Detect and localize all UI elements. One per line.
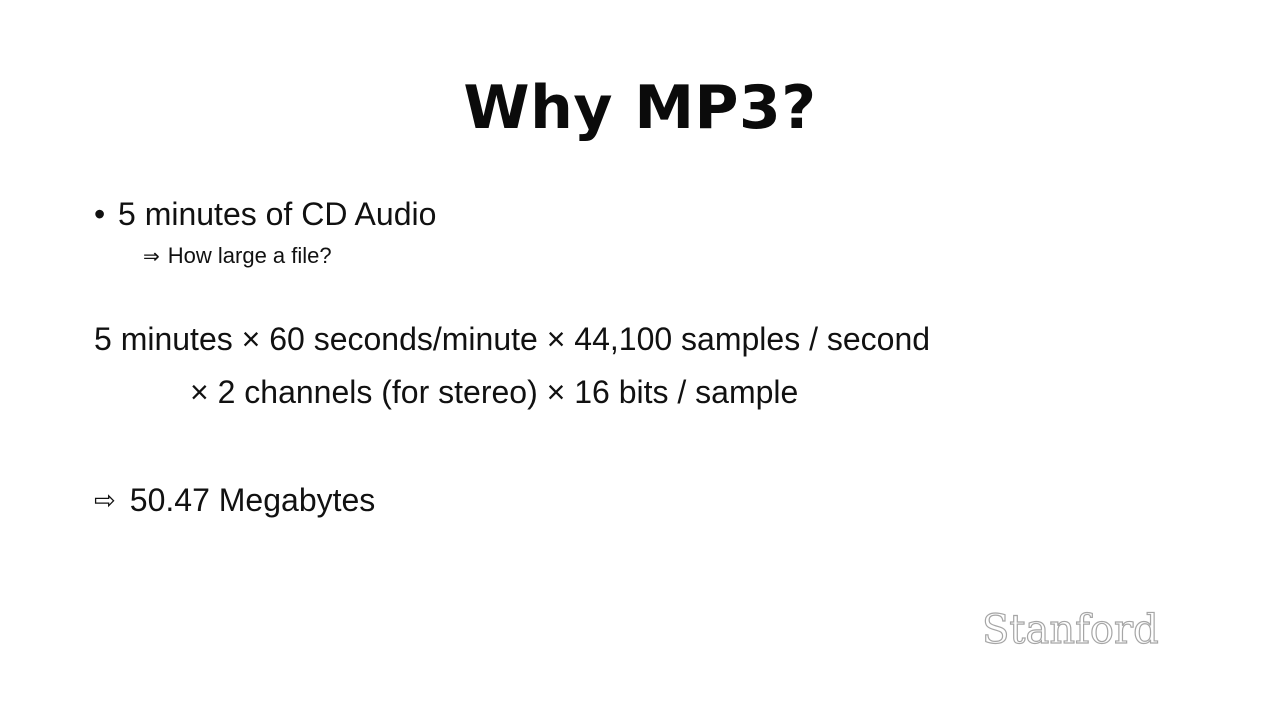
outline-arrow-icon: ⇨ [94,486,116,516]
implies-arrow-icon: ⇒ [143,244,160,268]
sub-bullet-text: How large a file? [167,243,332,268]
calculation-line-1: 5 minutes × 60 seconds/minute × 44,100 s… [94,321,931,357]
sub-bullet-item: ⇒ How large a file? [143,242,332,270]
bullet-text: 5 minutes of CD Audio [118,196,437,232]
slide-title: Why MP3? [463,73,817,143]
result-text: 50.47 Megabytes [129,482,376,518]
result-item: ⇨ 50.47 Megabytes [94,480,375,521]
calculation-line-2: × 2 channels (for stereo) × 16 bits / sa… [190,374,799,410]
bullet-item: • 5 minutes of CD Audio [94,194,436,234]
bullet-marker: • [94,196,106,232]
stanford-logo: Stanford [981,606,1159,653]
slide: Why MP3? • 5 minutes of CD Audio ⇒ How lar… [0,0,1280,720]
